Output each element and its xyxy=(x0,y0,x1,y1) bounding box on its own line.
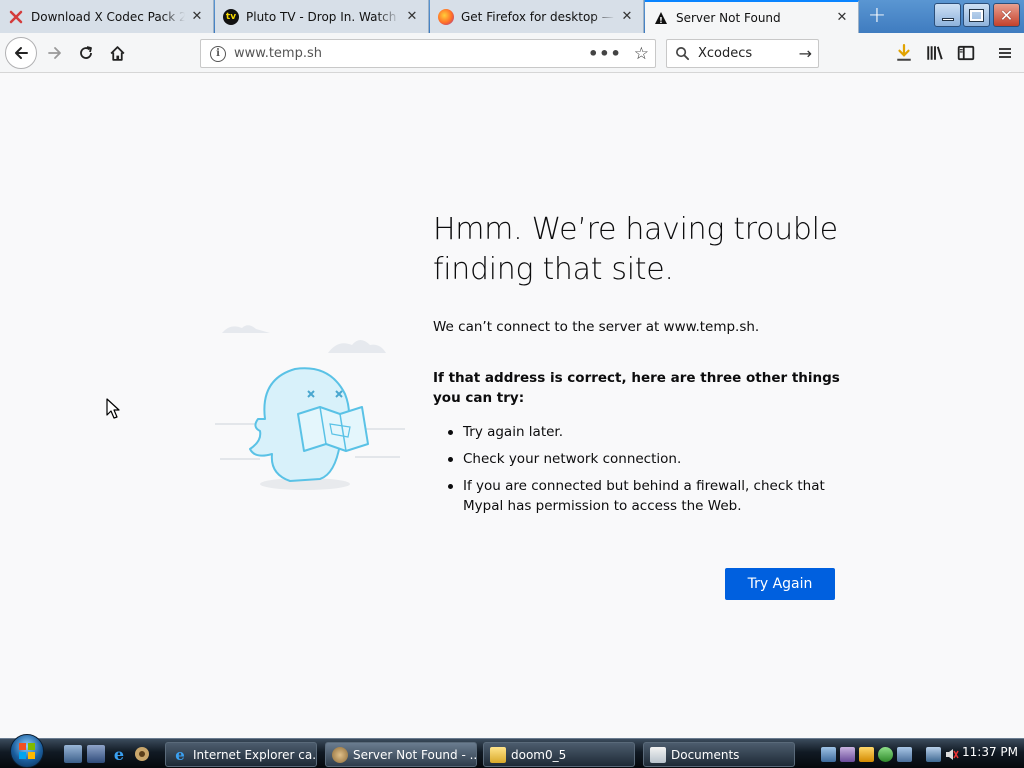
sidebar-button[interactable] xyxy=(952,39,980,67)
search-go-icon[interactable]: → xyxy=(799,44,812,63)
documents-icon xyxy=(650,746,666,763)
download-icon xyxy=(897,44,911,61)
home-button[interactable] xyxy=(102,38,132,68)
tab-strip: Download X Codec Pack 2.7.4 ✕ tv Pluto T… xyxy=(0,0,1024,33)
display-icon[interactable] xyxy=(897,747,912,762)
close-tab-icon[interactable]: ✕ xyxy=(619,9,635,25)
suggestion-item: Try again later. xyxy=(448,422,838,442)
close-tab-icon[interactable]: ✕ xyxy=(189,9,205,25)
home-icon xyxy=(109,45,125,61)
url-text[interactable]: www.temp.sh xyxy=(234,46,588,61)
system-tray: 11:37 PM xyxy=(816,742,1024,767)
menu-button[interactable] xyxy=(991,39,1019,67)
reload-button[interactable] xyxy=(71,38,101,68)
x-codec-icon xyxy=(8,9,24,25)
close-window-button[interactable]: ✕ xyxy=(993,3,1020,27)
update-check-icon[interactable] xyxy=(878,747,893,762)
folder-icon xyxy=(490,746,506,763)
volume-icon[interactable] xyxy=(944,747,959,762)
mypal-quicklaunch-icon[interactable] xyxy=(133,745,151,763)
start-button[interactable] xyxy=(6,733,48,768)
close-tab-icon[interactable]: ✕ xyxy=(404,9,420,25)
tab-title: Download X Codec Pack 2.7.4 xyxy=(31,9,185,24)
info-icon[interactable]: i xyxy=(210,45,226,62)
close-tab-icon[interactable]: ✕ xyxy=(834,10,850,26)
navigation-toolbar: i www.temp.sh ••• ☆ Xcodecs → xyxy=(0,33,1024,73)
pluto-tv-icon: tv xyxy=(223,8,239,25)
reload-icon xyxy=(80,46,92,59)
taskbar-button-documents[interactable]: Documents xyxy=(643,742,795,767)
firefox-icon xyxy=(438,8,454,25)
app-tray-icon[interactable] xyxy=(840,747,855,762)
try-again-button[interactable]: Try Again xyxy=(725,568,835,600)
minimize-icon xyxy=(941,17,954,21)
forward-arrow-icon xyxy=(48,47,61,59)
taskbar-button-label: Internet Explorer ca... xyxy=(193,747,317,762)
mouse-cursor-icon xyxy=(106,398,120,419)
tab-title: Pluto TV - Drop In. Watch Free xyxy=(246,9,400,24)
mypal-icon xyxy=(332,746,348,763)
suggestion-item: If you are connected but behind a firewa… xyxy=(448,476,838,516)
tab-pluto-tv[interactable]: tv Pluto TV - Drop In. Watch Free ✕ xyxy=(215,0,429,33)
show-desktop-icon[interactable] xyxy=(64,745,82,763)
search-bar[interactable]: Xcodecs → xyxy=(666,39,819,68)
sidebar-icon xyxy=(957,45,975,61)
page-content: Hmm. We’re having trouble finding that s… xyxy=(0,74,1024,738)
downloads-button[interactable] xyxy=(890,39,918,67)
error-title: Hmm. We’re having trouble finding that s… xyxy=(433,212,838,287)
taskbar-button-doom[interactable]: doom0_5 xyxy=(483,742,635,767)
back-arrow-icon xyxy=(15,47,28,59)
dinosaur-illustration xyxy=(215,325,405,490)
suggestions-heading: If that address is correct, here are thr… xyxy=(433,370,840,406)
clock[interactable]: 11:37 PM xyxy=(962,745,1018,759)
tab-title: Get Firefox for desktop — Mozilla xyxy=(461,9,615,24)
svg-text:!: ! xyxy=(659,16,663,25)
page-actions-icon[interactable]: ••• xyxy=(588,44,622,63)
back-button[interactable] xyxy=(5,37,37,69)
windows-logo-icon xyxy=(10,734,44,768)
taskbar-button-internet-explorer[interactable]: e Internet Explorer ca... xyxy=(165,742,317,767)
new-tab-button[interactable]: + xyxy=(864,4,890,30)
library-button[interactable] xyxy=(921,39,949,67)
url-bar[interactable]: i www.temp.sh ••• ☆ xyxy=(200,39,656,68)
network-drive-icon[interactable] xyxy=(821,747,836,762)
taskbar-button-label: Documents xyxy=(671,747,740,762)
search-icon xyxy=(676,47,690,61)
search-input[interactable]: Xcodecs xyxy=(698,46,799,61)
suggestion-item: Check your network connection. xyxy=(448,449,838,469)
switch-windows-icon[interactable] xyxy=(87,745,105,763)
warning-icon: ! xyxy=(653,10,669,26)
minimize-button[interactable] xyxy=(934,3,961,27)
ie-quicklaunch-icon[interactable]: e xyxy=(110,745,128,764)
tab-server-not-found[interactable]: ! Server Not Found ✕ xyxy=(645,0,859,33)
restore-icon xyxy=(969,8,984,22)
ie-icon: e xyxy=(175,745,185,764)
tab-get-firefox[interactable]: Get Firefox for desktop — Mozilla ✕ xyxy=(430,0,644,33)
network-icon[interactable] xyxy=(926,747,941,762)
restore-button[interactable] xyxy=(963,3,990,27)
library-icon xyxy=(927,46,943,60)
tab-x-codec[interactable]: Download X Codec Pack 2.7.4 ✕ xyxy=(0,0,214,33)
forward-button[interactable] xyxy=(40,38,70,68)
taskbar-button-server-not-found[interactable]: Server Not Found - ... xyxy=(325,742,477,767)
error-description: We can’t connect to the server at www.te… xyxy=(433,319,760,335)
taskbar-button-label: Server Not Found - ... xyxy=(353,747,477,762)
taskbar-button-label: doom0_5 xyxy=(511,747,567,762)
close-icon: ✕ xyxy=(999,5,1014,25)
security-shield-icon[interactable] xyxy=(859,747,874,762)
svg-text:e: e xyxy=(114,745,124,763)
taskbar: e e Internet Explorer ca... Server Not F… xyxy=(0,734,1024,768)
hamburger-menu-icon xyxy=(999,48,1011,58)
tab-title: Server Not Found xyxy=(676,10,781,25)
suggestions-list: Try again later. Check your network conn… xyxy=(448,422,838,523)
bookmark-star-icon[interactable]: ☆ xyxy=(634,44,649,64)
